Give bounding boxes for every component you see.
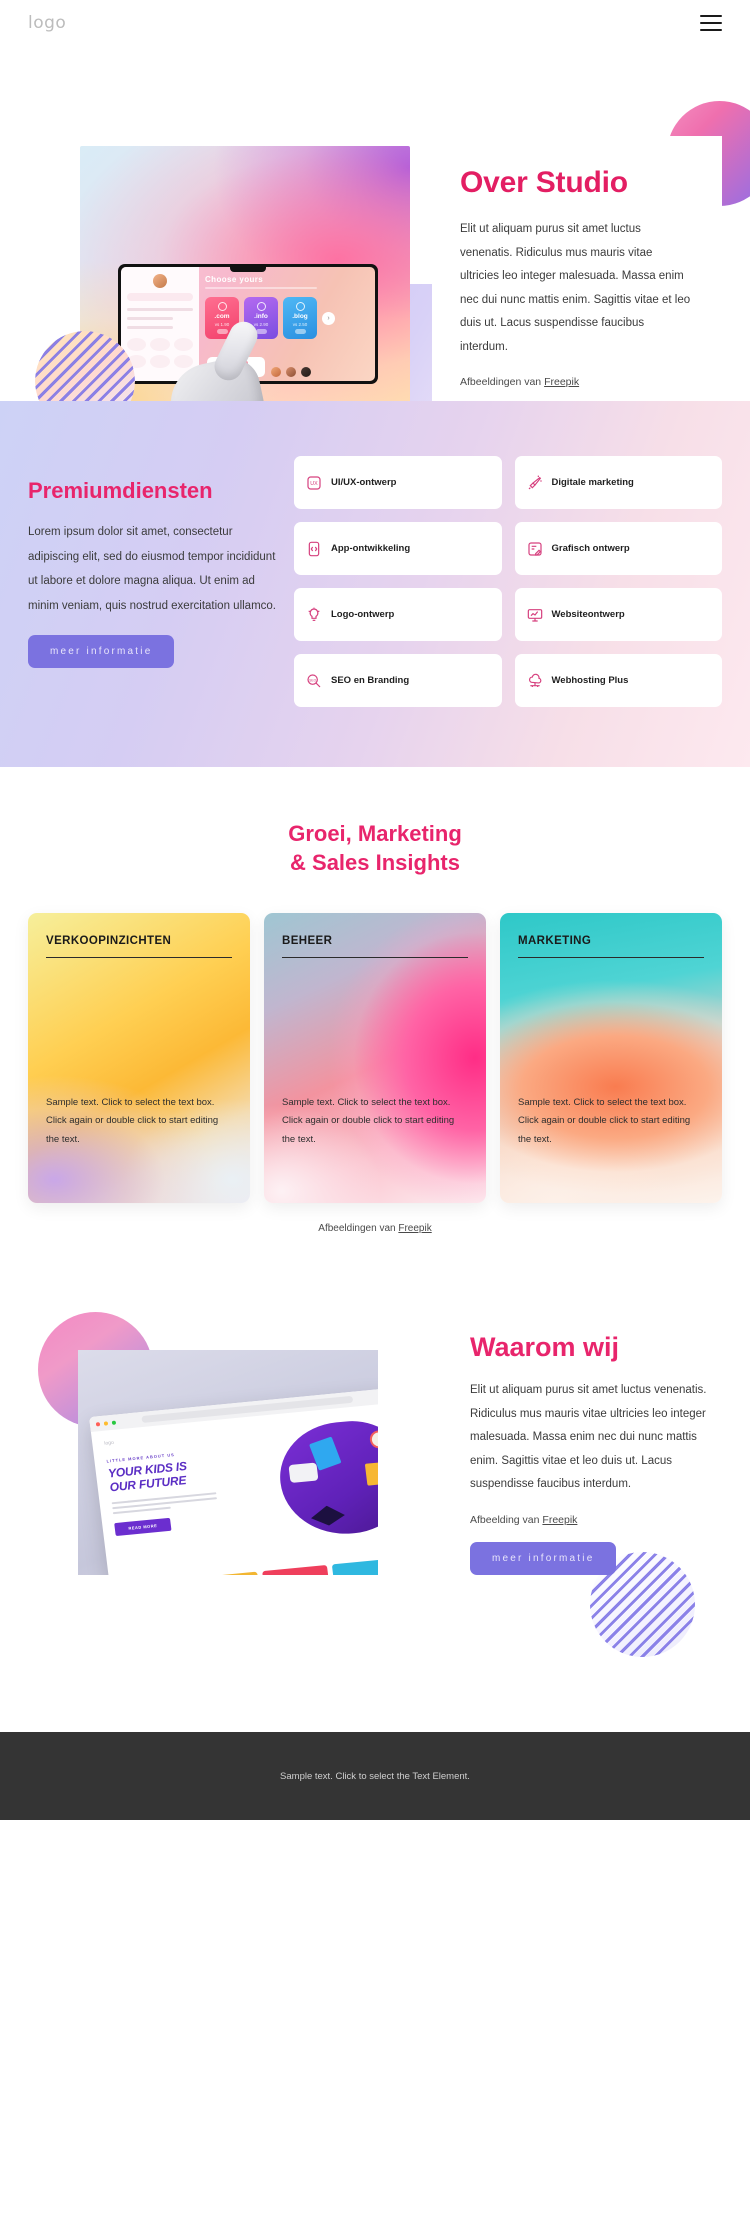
- svg-text:UX: UX: [310, 481, 318, 487]
- insights-card-row: VERKOOPINZICHTEN Sample text. Click to s…: [0, 877, 750, 1203]
- divider: [518, 957, 704, 959]
- service-label: Digitale marketing: [551, 477, 634, 488]
- hero-title: Over Studio: [460, 166, 628, 199]
- domain-price: vs 2.50: [292, 322, 308, 327]
- service-label: App-ontwikkeling: [331, 543, 411, 554]
- services-grid: UX UI/UX-ontwerp Digitale marketing App-…: [294, 456, 722, 707]
- credit-prefix: Afbeelding van: [470, 1513, 540, 1526]
- service-label: SEO en Branding: [331, 675, 410, 686]
- credit-prefix: Afbeeldingen van: [460, 376, 542, 389]
- why-body-text: Elit ut aliquam purus sit amet luctus ve…: [470, 1384, 707, 1491]
- close-icon: [95, 1421, 101, 1427]
- code-phone-icon: [306, 541, 322, 557]
- why-image-credit: Afbeelding van Freepik: [470, 1514, 718, 1526]
- toggle-switch: [294, 329, 306, 334]
- why-title: Waarom wij: [470, 1332, 620, 1363]
- globe-icon: [256, 302, 266, 311]
- hero-illustration: [273, 1416, 378, 1540]
- why-text-block: Waarom wij Elit ut aliquam purus sit ame…: [454, 1332, 734, 1575]
- service-label: Logo-ontwerp: [331, 609, 395, 620]
- insights-title: Groei, Marketing & Sales Insights: [0, 819, 750, 877]
- globe-icon: [217, 302, 227, 311]
- hamburger-icon[interactable]: [700, 15, 722, 31]
- insight-card[interactable]: MARKETING Sample text. Click to select t…: [500, 913, 722, 1203]
- insight-card-heading: VERKOOPINZICHTEN: [46, 935, 172, 948]
- credit-prefix: Afbeeldingen van: [318, 1223, 396, 1235]
- mock-read-more-button: READ MORE: [114, 1517, 172, 1536]
- hero-body-text: Elit ut aliquam purus sit amet luctus ve…: [460, 223, 691, 353]
- divider: [282, 957, 468, 959]
- site-logo[interactable]: logo: [28, 13, 66, 33]
- service-card-logo-ontwerp[interactable]: Logo-ontwerp: [294, 588, 502, 641]
- freepik-link[interactable]: Freepik: [398, 1223, 431, 1234]
- seo-magnifier-icon: SEO: [306, 673, 322, 689]
- insight-card-text: Sample text. Click to select the text bo…: [518, 1096, 691, 1145]
- site-footer: Sample text. Click to select the Text El…: [0, 1732, 750, 1821]
- chevron-right-icon: ›: [322, 311, 335, 325]
- browser-mockup: logo LITTLE MORE ABOUT US YOUR KIDS IS O…: [89, 1388, 378, 1576]
- minimize-icon: [103, 1420, 109, 1426]
- domain-card: .blog vs 2.50: [283, 297, 317, 339]
- service-label: Websiteontwerp: [551, 609, 625, 620]
- browser-page: logo LITTLE MORE ABOUT US YOUR KIDS IS O…: [91, 1403, 378, 1576]
- lightbulb-icon: [306, 607, 322, 623]
- maximize-icon: [111, 1420, 117, 1425]
- footer-text: Sample text. Click to select the Text El…: [280, 1770, 470, 1782]
- service-card-webhosting-plus[interactable]: Webhosting Plus: [514, 654, 722, 707]
- service-card-grafisch-ontwerp[interactable]: Grafisch ontwerp: [514, 522, 722, 575]
- services-title: Premiumdiensten: [28, 478, 213, 503]
- tv-notch: [230, 267, 266, 272]
- hero-image-credit: Afbeeldingen van Freepik: [460, 376, 694, 388]
- service-label: Webhosting Plus: [551, 675, 629, 686]
- globe-icon: [295, 302, 305, 311]
- service-card-seo-branding[interactable]: SEO SEO en Branding: [294, 654, 502, 707]
- why-section: logo LITTLE MORE ABOUT US YOUR KIDS IS O…: [0, 1262, 750, 1733]
- tv-avatar-group: [271, 367, 311, 377]
- cloud-server-icon: [527, 673, 543, 689]
- ui-ux-icon: UX: [306, 475, 322, 491]
- service-card-digitale-marketing[interactable]: Digitale marketing: [514, 456, 722, 509]
- insights-image-credit: Afbeeldingen van Freepik: [0, 1223, 750, 1234]
- mock-paragraph: [111, 1491, 218, 1514]
- service-label: UI/UX-ontwerp: [331, 477, 397, 488]
- why-more-info-button[interactable]: meer informatie: [470, 1541, 617, 1575]
- freepik-link[interactable]: Freepik: [542, 1514, 577, 1526]
- service-card-ui-ux[interactable]: UX UI/UX-ontwerp: [294, 456, 502, 509]
- design-document-icon: [527, 541, 543, 557]
- tv-screen-title: Choose yours: [205, 275, 264, 284]
- service-card-app-ontwikkeling[interactable]: App-ontwikkeling: [294, 522, 502, 575]
- megaphone-icon: [527, 475, 543, 491]
- freepik-link[interactable]: Freepik: [544, 376, 579, 388]
- hero-text-card: Over Studio Elit ut aliquam purus sit am…: [432, 136, 722, 401]
- insight-card-text: Sample text. Click to select the text bo…: [282, 1096, 455, 1145]
- service-card-websiteontwerp[interactable]: Websiteontwerp: [514, 588, 722, 641]
- hero-section: Choose yours .com vs 1.90 .info vs 2.90 …: [0, 46, 750, 401]
- insight-card-text: Sample text. Click to select the text bo…: [46, 1096, 219, 1145]
- search-input: [127, 293, 193, 301]
- insights-title-line2: & Sales Insights: [290, 850, 460, 876]
- services-intro: Premiumdiensten Lorem ipsum dolor sit am…: [28, 456, 280, 707]
- services-more-info-button[interactable]: meer informatie: [28, 634, 175, 668]
- services-body-text: Lorem ipsum dolor sit amet, consectetur …: [28, 526, 276, 613]
- avatar: [153, 274, 167, 288]
- domain-name: .blog: [292, 313, 308, 320]
- insights-section: Groei, Marketing & Sales Insights VERKOO…: [0, 767, 750, 1263]
- hand-illustration: [163, 314, 275, 401]
- service-label: Grafisch ontwerp: [551, 543, 630, 554]
- mock-color-strip: [122, 1558, 378, 1576]
- divider: [46, 957, 232, 959]
- why-image: logo LITTLE MORE ABOUT US YOUR KIDS IS O…: [78, 1350, 378, 1576]
- page-root: logo Choose yours .com vs 1.90 .info vs …: [0, 0, 750, 1821]
- services-section: Premiumdiensten Lorem ipsum dolor sit am…: [0, 401, 750, 767]
- insight-card[interactable]: BEHEER Sample text. Click to select the …: [264, 913, 486, 1203]
- insight-card[interactable]: VERKOOPINZICHTEN Sample text. Click to s…: [28, 913, 250, 1203]
- insight-card-heading: MARKETING: [518, 935, 592, 948]
- insights-title-line1: Groei, Marketing: [288, 821, 462, 846]
- insight-card-heading: BEHEER: [282, 935, 333, 948]
- monitor-chart-icon: [527, 607, 543, 623]
- site-header: logo: [0, 0, 750, 46]
- svg-text:SEO: SEO: [309, 678, 316, 682]
